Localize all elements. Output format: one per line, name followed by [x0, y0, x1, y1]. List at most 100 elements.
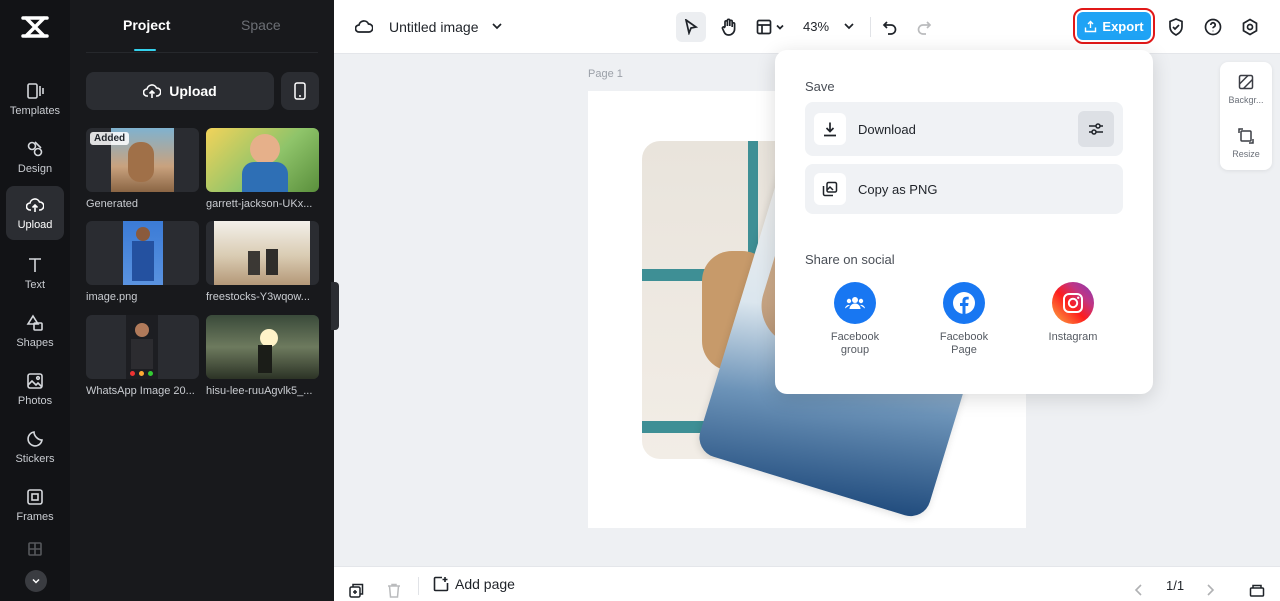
export-dropdown: Save Download Copy as PNG Share on socia…	[775, 50, 1153, 394]
asset-thumbnail[interactable]	[206, 128, 319, 192]
asset-item[interactable]: hisu-lee-ruuAgvlk5_...	[206, 315, 319, 397]
rail-item-label: Templates	[9, 104, 61, 117]
save-heading: Save	[805, 79, 835, 94]
added-badge: Added	[90, 132, 130, 145]
download-option[interactable]: Download	[805, 102, 1123, 156]
zoom-menu-button[interactable]	[842, 19, 856, 33]
chevron-left-icon	[1134, 584, 1142, 596]
upload-button[interactable]: Upload	[86, 72, 274, 110]
rail-item-photos[interactable]: Photos	[6, 362, 64, 416]
capcut-logo[interactable]	[20, 14, 50, 40]
asset-name: WhatsApp Image 20...	[86, 385, 195, 397]
shield-icon	[1169, 18, 1183, 36]
rail-item-text[interactable]: Text	[6, 246, 64, 300]
divider	[870, 17, 871, 37]
page-label: Page 1	[588, 68, 623, 80]
hand-tool-button[interactable]	[714, 12, 744, 42]
rail-item-label: Stickers	[15, 452, 55, 465]
asset-item[interactable]: garrett-jackson-UKx...	[206, 128, 319, 210]
share-facebook-page[interactable]: Facebook Page	[924, 282, 1004, 357]
tab-space[interactable]: Space	[241, 17, 281, 33]
stickers-icon	[27, 430, 43, 447]
page-panel-button[interactable]	[1248, 581, 1266, 599]
chevron-down-icon	[492, 23, 502, 30]
asset-thumbnail[interactable]	[86, 221, 199, 285]
cloud-save-button[interactable]	[354, 17, 374, 37]
rail-item-more[interactable]	[6, 536, 64, 566]
help-icon	[1204, 18, 1222, 36]
asset-thumbnail[interactable]	[86, 315, 199, 379]
rail-item-label: Frames	[16, 510, 54, 523]
share-instagram[interactable]: Instagram	[1033, 282, 1113, 344]
upload-cloud-icon	[26, 197, 44, 212]
redo-button[interactable]	[914, 17, 934, 37]
rail-item-shapes[interactable]: Shapes	[6, 304, 64, 358]
undo-button[interactable]	[880, 17, 900, 37]
tab-project[interactable]: Project	[123, 17, 170, 33]
chevron-down-icon	[32, 578, 40, 584]
rail-item-frames[interactable]: Frames	[6, 478, 64, 532]
facebook-group-icon[interactable]	[834, 282, 876, 324]
previous-page-button[interactable]	[1132, 583, 1146, 597]
frames-icon	[27, 488, 43, 505]
share-heading: Share on social	[805, 252, 895, 267]
rail-expand-button[interactable]	[25, 570, 47, 592]
next-page-button[interactable]	[1203, 583, 1217, 597]
asset-thumbnail[interactable]: Added	[86, 128, 199, 192]
pages-icon	[1249, 584, 1265, 597]
instagram-icon[interactable]	[1052, 282, 1094, 324]
rail-item-templates[interactable]: Templates	[6, 72, 64, 126]
delete-page-button[interactable]	[386, 582, 402, 598]
document-title[interactable]: Untitled image	[389, 19, 479, 35]
select-tool-button[interactable]	[676, 12, 706, 42]
title-menu-button[interactable]	[490, 19, 504, 33]
rail-item-label: Shapes	[16, 336, 54, 349]
background-tool[interactable]: Backgr...	[1220, 74, 1272, 105]
design-icon	[27, 140, 43, 156]
divider	[86, 52, 318, 53]
upload-from-phone-button[interactable]	[281, 72, 319, 110]
background-tool-label: Backgr...	[1228, 95, 1264, 105]
asset-item[interactable]: Added Generated	[86, 128, 199, 210]
download-settings-button[interactable]	[1078, 111, 1114, 147]
asset-name: freestocks-Y3wqow...	[206, 291, 310, 303]
shield-button[interactable]	[1166, 17, 1186, 37]
export-button-label: Export	[1102, 18, 1144, 34]
duplicate-page-button[interactable]	[348, 582, 364, 598]
resize-tool[interactable]: Resize	[1220, 128, 1272, 159]
help-button[interactable]	[1203, 17, 1223, 37]
page-indicator: 1/1	[1166, 578, 1185, 593]
asset-name: hisu-lee-ruuAgvlk5_...	[206, 385, 313, 397]
resize-icon	[1238, 128, 1254, 144]
asset-name: image.png	[86, 291, 138, 303]
rail-item-upload[interactable]: Upload	[6, 186, 64, 240]
asset-item[interactable]: WhatsApp Image 20...	[86, 315, 199, 397]
rail-item-label: Design	[17, 162, 53, 175]
layout-menu-button[interactable]	[750, 12, 790, 42]
text-icon	[29, 257, 41, 272]
settings-button[interactable]	[1240, 17, 1260, 37]
asset-item[interactable]: freestocks-Y3wqow...	[206, 221, 319, 303]
asset-name: garrett-jackson-UKx...	[206, 198, 313, 210]
rail-item-design[interactable]: Design	[6, 130, 64, 184]
undo-icon	[882, 21, 897, 35]
facebook-icon[interactable]	[943, 282, 985, 324]
zoom-level[interactable]: 43%	[803, 19, 829, 34]
asset-thumbnail[interactable]	[206, 315, 319, 379]
asset-item[interactable]: image.png	[86, 221, 199, 303]
duplicate-icon	[348, 583, 363, 598]
copy-as-png-option[interactable]: Copy as PNG	[805, 164, 1123, 214]
chevron-down-icon	[844, 23, 854, 30]
asset-thumbnail[interactable]	[206, 221, 319, 285]
templates-icon	[27, 82, 44, 99]
left-rail: Templates Design Upload Text Shapes Phot…	[0, 0, 70, 601]
assets-panel: Project Space Upload Added Generated gar…	[70, 0, 334, 601]
export-button[interactable]: Export	[1073, 8, 1155, 44]
social-label: Facebook Page	[939, 331, 989, 356]
add-page-button[interactable]: Add page	[433, 576, 515, 592]
social-label: Instagram	[1048, 331, 1098, 343]
redo-icon	[917, 21, 932, 35]
share-facebook-group[interactable]: Facebook group	[815, 282, 895, 357]
rail-item-stickers[interactable]: Stickers	[6, 420, 64, 474]
phone-icon	[294, 82, 306, 100]
